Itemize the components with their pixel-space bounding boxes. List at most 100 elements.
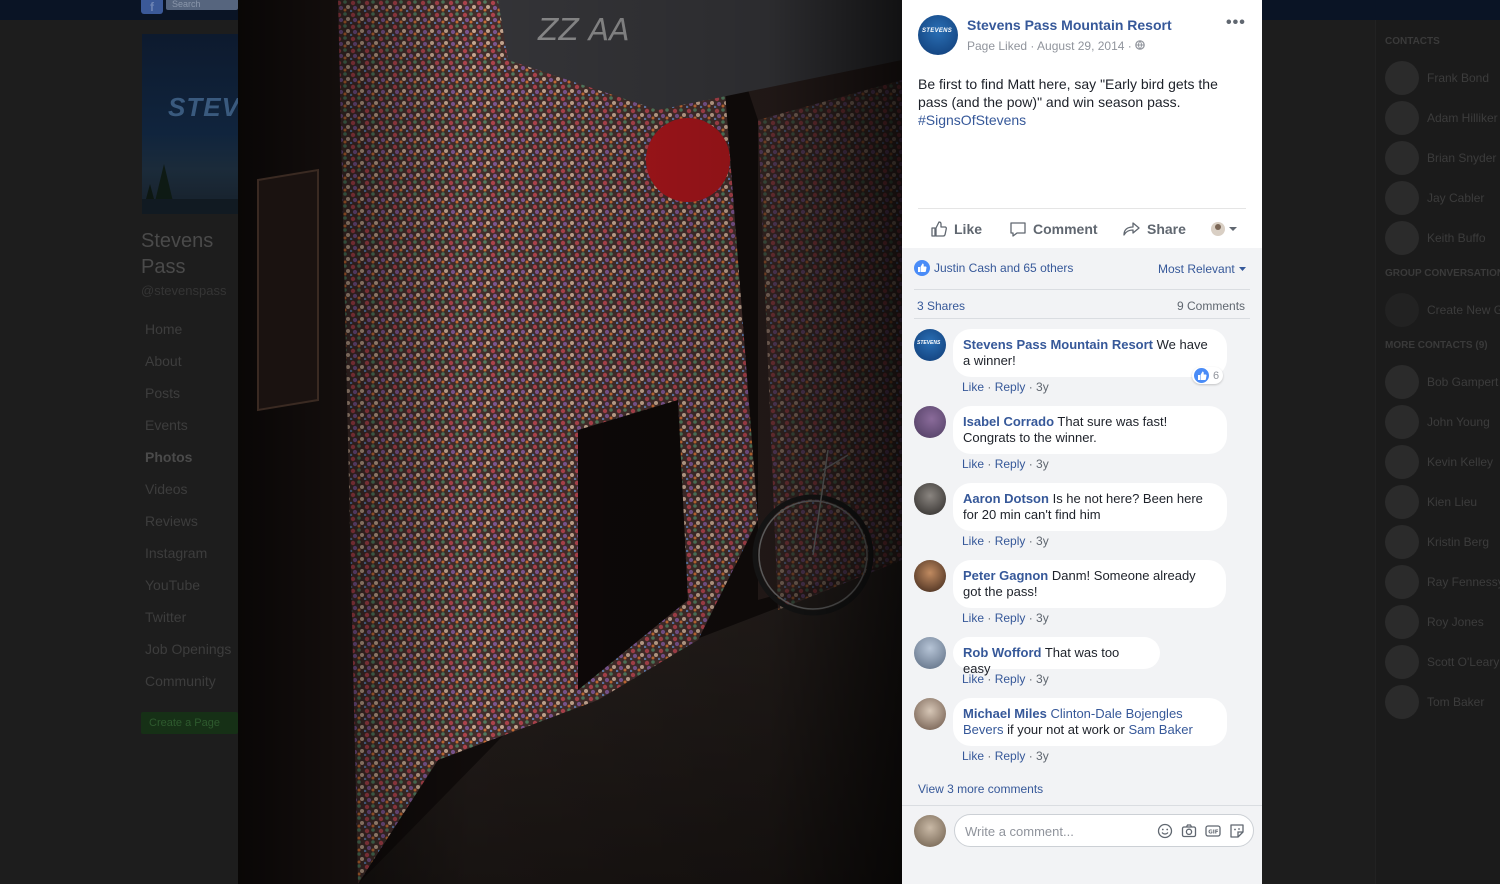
create-page-button[interactable]: Create a Page [141,712,238,734]
gum-wall-photo-image: ZZ AA [238,0,902,884]
avatar[interactable] [914,406,946,438]
comment-like-link[interactable]: Like [962,457,984,471]
comment-author-link[interactable]: Isabel Corrado [963,414,1054,429]
nav-item-instagram[interactable]: Instagram [145,544,238,576]
contacts-heading: CONTACTS [1385,36,1440,47]
nav-item-events[interactable]: Events [145,416,238,448]
comment-like-link[interactable]: Like [962,672,984,686]
comment-author-link[interactable]: Stevens Pass Mountain Resort [963,337,1153,352]
post-photo[interactable]: ZZ AA [238,0,902,884]
contact-item[interactable]: Frank Bond [1385,61,1500,95]
page-cover-image[interactable]: STEV [142,34,238,214]
contact-name: Scott O'Leary [1427,655,1500,669]
contact-item[interactable]: Brian Snyder [1385,141,1500,175]
comment-button[interactable]: Comment [1009,220,1098,238]
comments-count-link[interactable]: 9 Comments [1177,299,1245,313]
comment-reaction-count[interactable]: 6 [1192,367,1224,384]
avatar[interactable] [914,483,946,515]
more-options-button[interactable]: ••• [1226,14,1246,32]
contact-item[interactable]: Kristin Berg [1385,525,1500,559]
page-avatar[interactable]: STEVENS [918,15,958,55]
comment-reply-link[interactable]: Reply [995,749,1026,763]
contact-name: Tom Baker [1427,695,1485,709]
search-input[interactable]: Search [166,0,238,10]
comment-input[interactable] [965,822,1145,840]
contact-item[interactable]: Jay Cabler [1385,181,1500,215]
nav-item-home[interactable]: Home [145,320,238,352]
comment-timestamp[interactable]: 3y [1036,380,1049,394]
contact-name: Brian Snyder [1427,151,1497,165]
sticker-icon[interactable] [1229,823,1245,839]
comment-author-link[interactable]: Michael Miles [963,706,1047,721]
mention-link[interactable]: Clinton-Dale Bojengles [1050,706,1182,721]
contact-item[interactable]: Kevin Kelley [1385,445,1500,479]
cover-logo-text: STEV [168,92,238,122]
comment-like-link[interactable]: Like [962,611,984,625]
contact-item[interactable]: Kien Lieu [1385,485,1500,519]
comment-text-line1: Is he not here? Been here [1052,491,1203,506]
comment-like-link[interactable]: Like [962,380,984,394]
nav-item-videos[interactable]: Videos [145,480,238,512]
avatar[interactable]: STEVENS [914,329,946,361]
comment-composer[interactable]: GIF [954,814,1254,847]
nav-item-job-openings[interactable]: Job Openings [145,640,238,672]
comment-timestamp[interactable]: 3y [1036,534,1049,548]
contact-item[interactable]: Keith Buffo [1385,221,1500,255]
contact-item[interactable]: Tom Baker [1385,685,1500,719]
comment-icon [1010,222,1026,237]
comment-timestamp[interactable]: 3y [1036,457,1049,471]
nav-item-youtube[interactable]: YouTube [145,576,238,608]
reactions-summary[interactable]: Justin Cash and 65 others [914,260,1073,276]
contact-item[interactable]: Scott O'Leary [1385,645,1500,679]
nav-item-twitter[interactable]: Twitter [145,608,238,640]
shares-count-link[interactable]: 3 Shares [917,299,965,313]
avatar [1385,365,1419,399]
create-new-group-button[interactable]: Create New Group [1385,293,1500,327]
post-meta-text: Page Liked · August 29, 2014 · [967,39,1136,53]
gif-icon[interactable]: GIF [1205,823,1221,839]
contact-item[interactable]: Bob Gampert [1385,365,1500,399]
facebook-logo-icon[interactable]: f [141,0,163,14]
comment-reply-link[interactable]: Reply [995,534,1026,548]
contact-item[interactable]: John Young [1385,405,1500,439]
nav-item-community[interactable]: Community [145,672,238,704]
mention-link-continued[interactable]: Bevers [963,722,1003,737]
avatar[interactable] [914,698,946,730]
comment-like-link[interactable]: Like [962,534,984,548]
comment-author-link[interactable]: Aaron Dotson [963,491,1049,506]
like-button[interactable]: Like [930,220,982,238]
comment-reply-link[interactable]: Reply [995,380,1026,394]
contact-item[interactable]: Ray Fennessy [1385,565,1500,599]
avatar[interactable] [914,815,946,847]
comment-reply-link[interactable]: Reply [995,457,1026,471]
sort-comments-dropdown[interactable]: Most Relevant [1158,262,1247,276]
comment-reply-link[interactable]: Reply [995,611,1026,625]
contact-name: Ray Fennessy [1427,575,1500,589]
comment-timestamp[interactable]: 3y [1036,749,1049,763]
comment-reply-link[interactable]: Reply [995,672,1026,686]
camera-icon[interactable] [1181,823,1197,839]
page-handle: @stevenspass [141,283,227,298]
contact-name: Keith Buffo [1427,231,1486,245]
mention-link[interactable]: Sam Baker [1128,722,1192,737]
nav-item-about[interactable]: About [145,352,238,384]
comment-author-link[interactable]: Rob Wofford [963,645,1041,660]
post-author-link[interactable]: Stevens Pass Mountain Resort [967,17,1172,33]
nav-item-photos[interactable]: Photos [145,448,238,480]
view-more-comments-link[interactable]: View 3 more comments [918,782,1043,796]
emoji-icon[interactable] [1157,823,1173,839]
comment-timestamp[interactable]: 3y [1036,672,1049,686]
hashtag-link[interactable]: #SignsOfStevens [918,112,1026,128]
comment-author-link[interactable]: Peter Gagnon [963,568,1048,583]
avatar[interactable] [914,637,946,669]
avatar[interactable] [914,560,946,592]
share-button[interactable]: Share [1123,220,1186,238]
comment-like-link[interactable]: Like [962,749,984,763]
divider [902,805,1262,806]
contact-item[interactable]: Adam Hilliker [1385,101,1500,135]
reaction-avatar-selector[interactable] [1210,220,1246,238]
contact-item[interactable]: Roy Jones [1385,605,1500,639]
nav-item-posts[interactable]: Posts [145,384,238,416]
comment-timestamp[interactable]: 3y [1036,611,1049,625]
nav-item-reviews[interactable]: Reviews [145,512,238,544]
